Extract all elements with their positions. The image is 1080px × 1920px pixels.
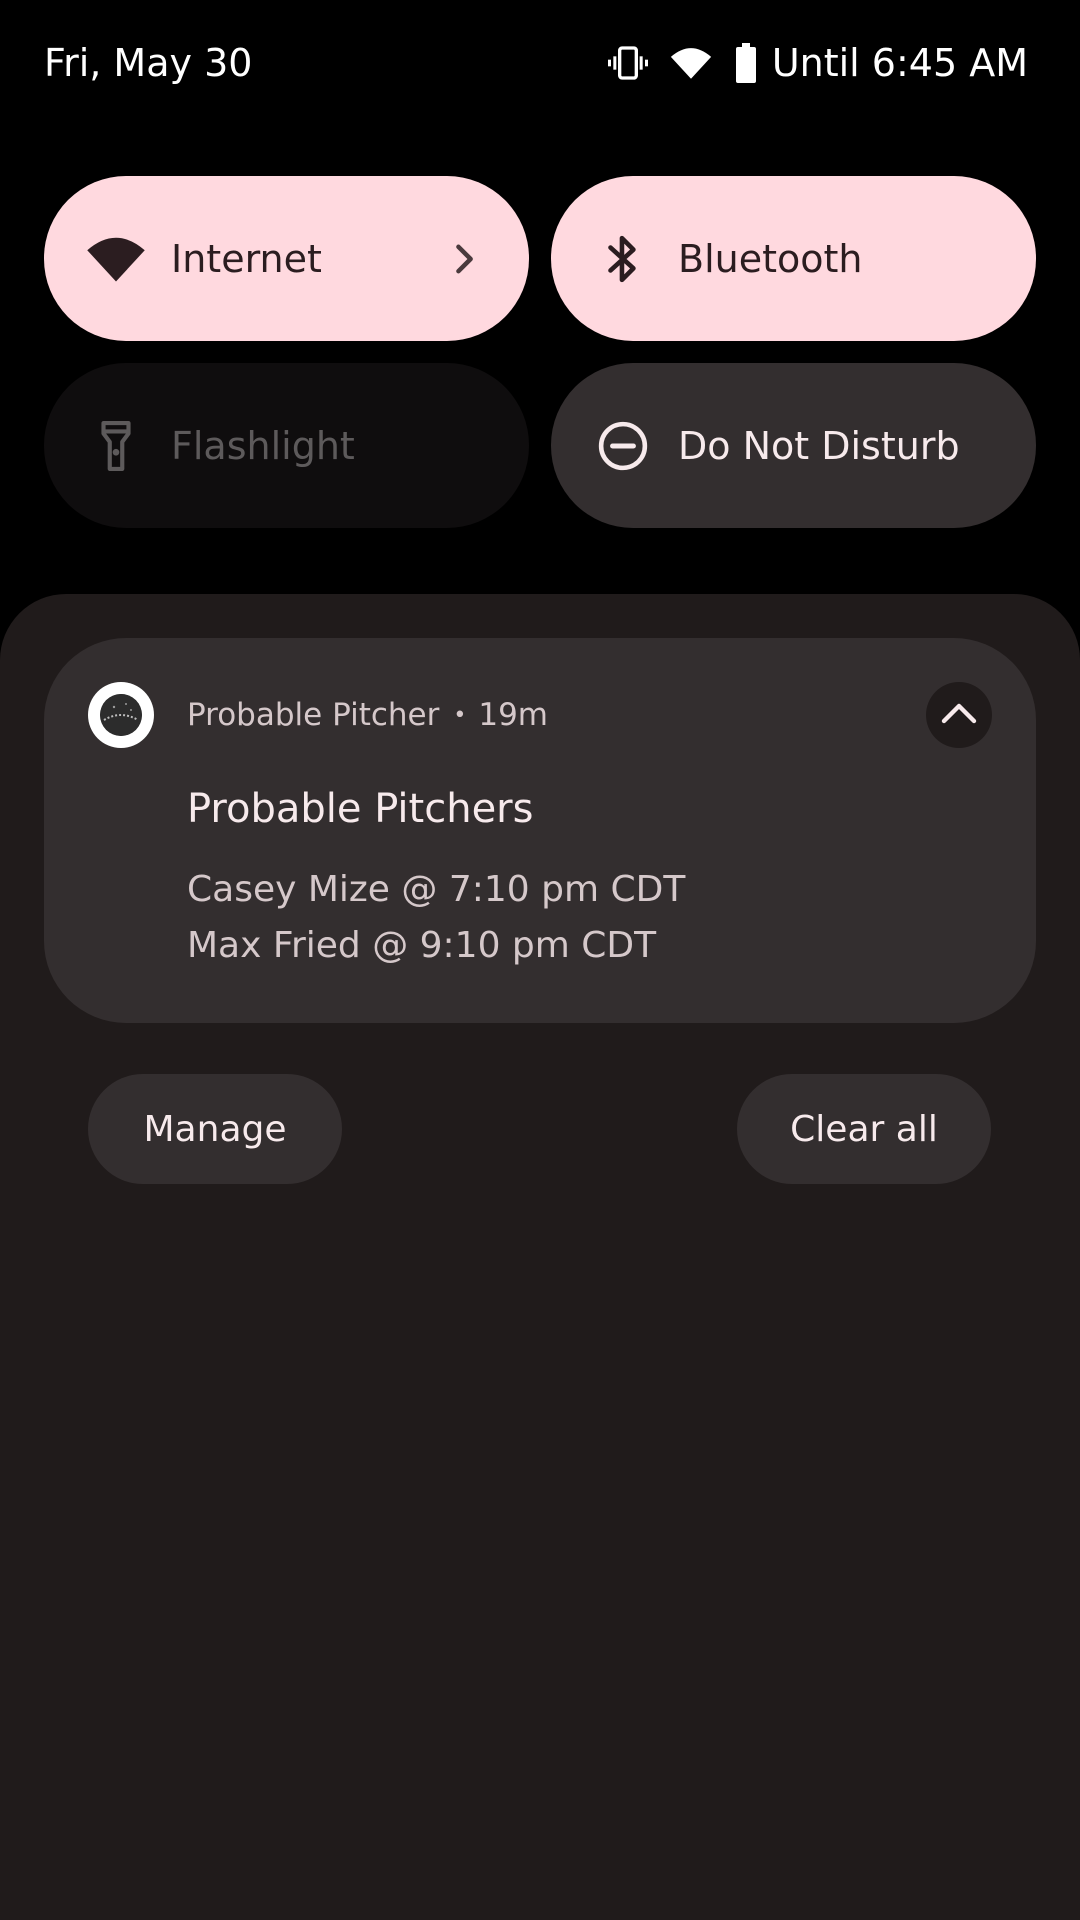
tile-internet[interactable]: Internet	[44, 176, 529, 341]
battery-icon	[734, 43, 758, 83]
notification-app-name: Probable Pitcher	[187, 697, 440, 733]
bluetooth-icon	[591, 227, 655, 291]
flashlight-icon	[84, 414, 148, 478]
wifi-icon	[84, 227, 148, 291]
tile-label: Internet	[171, 236, 322, 281]
chevron-up-icon	[941, 701, 977, 729]
vibrate-icon	[607, 43, 648, 83]
collapse-button[interactable]	[926, 682, 992, 748]
chevron-right-icon[interactable]	[445, 239, 485, 279]
clear-all-button[interactable]: Clear all	[737, 1074, 991, 1184]
tile-bluetooth[interactable]: Bluetooth	[551, 176, 1036, 341]
tile-do-not-disturb[interactable]: Do Not Disturb	[551, 363, 1036, 528]
baseball-icon	[88, 682, 154, 748]
notification-time: 19m	[478, 697, 548, 733]
notification-line: Max Fried @ 9:10 pm CDT	[187, 925, 657, 966]
tile-flashlight[interactable]: Flashlight	[44, 363, 529, 528]
wifi-icon	[670, 45, 712, 81]
status-icons: Until 6:45 AM	[607, 38, 1028, 88]
alarm-text: Until 6:45 AM	[771, 41, 1028, 85]
notification-body: Casey Mize @ 7:10 pm CDT Max Fried @ 9:1…	[187, 862, 685, 974]
notification-title: Probable Pitchers	[187, 786, 534, 832]
tile-label: Bluetooth	[678, 236, 863, 281]
notification-line: Casey Mize @ 7:10 pm CDT	[187, 869, 686, 910]
tile-label: Do Not Disturb	[678, 423, 960, 468]
tile-label: Flashlight	[171, 423, 355, 468]
header-separator: •	[453, 702, 467, 728]
notification-shade: Probable Pitcher • 19m Probable Pitchers…	[0, 594, 1080, 1920]
manage-button[interactable]: Manage	[88, 1074, 342, 1184]
status-bar: Fri, May 30 Until 6:45 AM	[0, 0, 1080, 130]
status-date[interactable]: Fri, May 30	[44, 38, 252, 88]
do-not-disturb-icon	[591, 414, 655, 478]
notification-header: Probable Pitcher • 19m	[187, 693, 548, 737]
notification-card[interactable]: Probable Pitcher • 19m Probable Pitchers…	[44, 638, 1036, 1023]
